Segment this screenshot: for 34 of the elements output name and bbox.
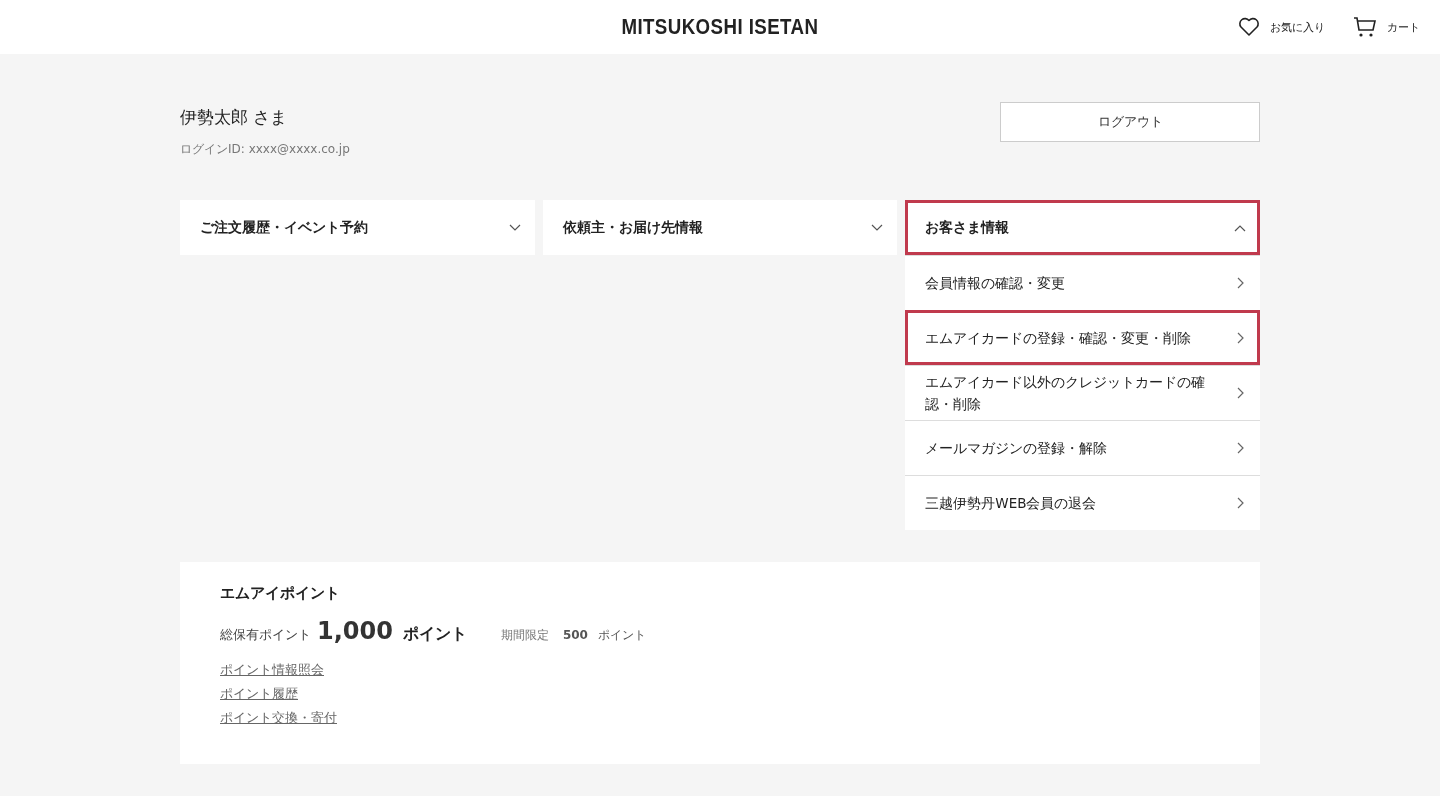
chevron-right-icon [1237,497,1244,509]
cart-icon [1353,16,1377,38]
submenu-item[interactable]: メールマガジンの登録・解除 [905,420,1260,475]
accordion-header[interactable]: ご注文履歴・イベント予約 [180,200,535,255]
chevron-right-icon [1237,387,1244,399]
submenu-item[interactable]: 会員情報の確認・変更 [905,255,1260,310]
favorites-link[interactable]: お気に入り [1238,17,1325,37]
points-link[interactable]: ポイント情報照会 [220,661,324,679]
limited-points-value: 500 [562,628,588,642]
chevron-right-icon [1237,277,1244,289]
submenu-item[interactable]: 三越伊勢丹WEB会員の退会 [905,475,1260,530]
cart-link[interactable]: カート [1353,16,1420,38]
submenu-item[interactable]: エムアイカード以外のクレジットカードの確認・削除 [905,365,1260,420]
limited-points-label: 期間限定 [500,627,549,644]
logo[interactable]: MITSUKOSHI ISETAN [621,14,819,40]
accordion-header[interactable]: 依頼主・お届け先情報 [542,200,898,255]
heart-icon [1238,17,1260,37]
points-link[interactable]: ポイント履歴 [220,685,298,703]
total-points-label: 総保有ポイント [220,626,311,644]
user-name: 伊勢太郎 さま [180,106,289,129]
points-unit: ポイント [598,627,646,644]
submenu-item[interactable]: エムアイカードの登録・確認・変更・削除 [905,310,1260,365]
logout-button[interactable]: ログアウト [1000,102,1260,142]
points-title: エムアイポイント [220,584,341,603]
points-link[interactable]: ポイント交換・寄付 [220,709,337,727]
total-points-value: 1,000 [317,617,393,645]
chevron-icon [508,223,521,232]
chevron-icon [871,223,884,232]
login-id: ログインID: xxxx@xxxx.co.jp [180,141,350,158]
chevron-icon [1234,223,1246,232]
chevron-right-icon [1237,442,1244,454]
points-unit: ポイント [402,624,467,645]
accordion-header[interactable]: お客さま情報 [905,200,1260,255]
chevron-right-icon [1237,332,1244,344]
